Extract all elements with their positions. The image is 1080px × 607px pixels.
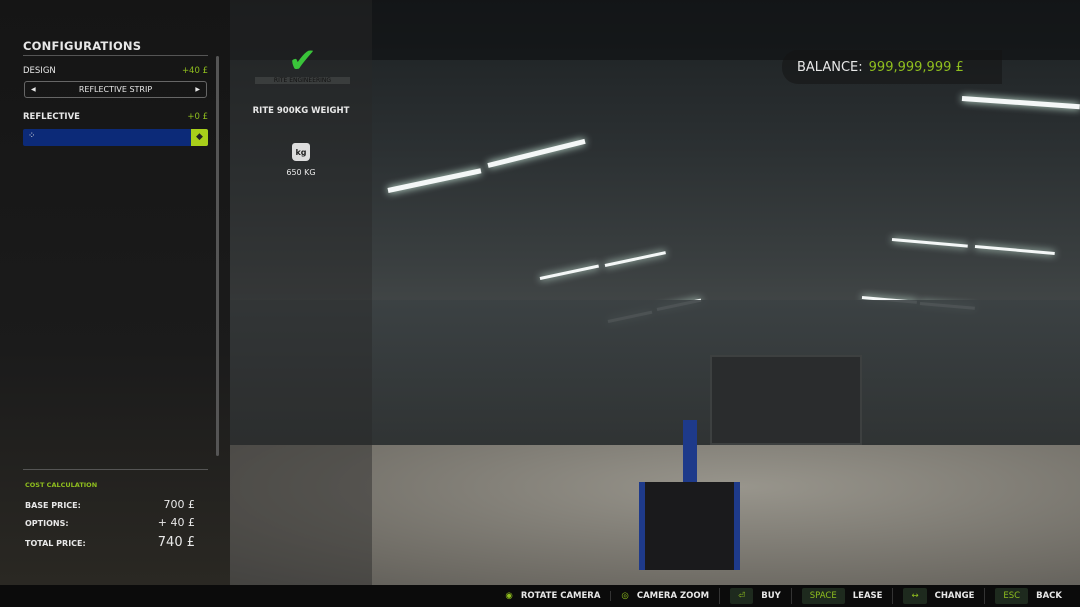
options-row: OPTIONS: + 40 £ — [25, 516, 195, 529]
change-button[interactable]: ↔ CHANGE — [892, 588, 984, 604]
balance-display: BALANCE: 999,999,999 £ — [782, 50, 1002, 84]
buy-button[interactable]: ⏎ BUY — [719, 588, 791, 604]
space-key: SPACE — [801, 588, 845, 604]
total-price-row: TOTAL PRICE: 740 £ — [25, 535, 195, 550]
hint-label: LEASE — [852, 591, 883, 601]
scrollbar[interactable] — [216, 56, 219, 456]
base-price-label: BASE PRICE: — [25, 501, 81, 510]
footer-hints: ◉ ROTATE CAMERA ◎ CAMERA ZOOM ⏎ BUY SPACE LE… — [0, 585, 1080, 607]
lease-button[interactable]: SPACE LEASE — [790, 588, 893, 604]
total-price-value: 740 £ — [157, 535, 195, 550]
reflective-label: REFLECTIVE — [23, 112, 80, 122]
brand-name: RITE ENGINEERING — [255, 77, 350, 84]
mouse-wheel-icon: ◎ — [621, 591, 629, 601]
weight-icon: kg — [292, 143, 310, 161]
hint-label: CHANGE — [934, 591, 975, 601]
mouse-icon: ◉ — [505, 591, 513, 601]
base-price-value: 700 £ — [163, 498, 196, 511]
item-name: RITE 900KG WEIGHT — [252, 106, 350, 116]
balance-label: BALANCE: — [797, 59, 863, 75]
weight-post — [683, 420, 697, 482]
cost-title: COST CALCULATION — [25, 481, 98, 489]
base-price-row: BASE PRICE: 700 £ — [25, 498, 195, 511]
reflective-price: +0 £ — [187, 112, 208, 122]
hint-label: CAMERA ZOOM — [636, 591, 710, 601]
paint-bucket-icon[interactable]: ◆ — [191, 129, 208, 146]
arrows-key-icon: ↔ — [903, 588, 927, 604]
reflective-color-selector[interactable]: ⁘ ◆ — [23, 129, 208, 146]
item-weight: 650 KG — [286, 168, 316, 177]
configurations-panel: CONFIGURATIONS DESIGN +40 £ ◀ REFLECTIVE… — [0, 0, 230, 585]
item-info-panel — [230, 0, 372, 585]
weight-model — [639, 482, 740, 570]
check-logo-icon: ✔ — [288, 41, 317, 81]
arrow-left-icon[interactable]: ◀ — [31, 86, 36, 93]
options-value: + 40 £ — [157, 516, 195, 529]
divider — [23, 55, 208, 56]
design-price: +40 £ — [181, 66, 208, 76]
total-price-label: TOTAL PRICE: — [25, 539, 86, 548]
balance-value: 999,999,999 £ — [868, 59, 964, 75]
esc-key: ESC — [995, 588, 1029, 604]
brand-logo: ✔ RITE ENGINEERING — [255, 41, 350, 84]
camera-zoom-hint[interactable]: ◎ CAMERA ZOOM — [610, 591, 719, 601]
options-label: OPTIONS: — [25, 519, 69, 528]
enter-key-icon: ⏎ — [730, 588, 754, 604]
arrow-right-icon[interactable]: ▶ — [195, 86, 200, 93]
design-value: REFLECTIVE STRIP — [78, 85, 153, 94]
design-label: DESIGN — [23, 66, 56, 76]
divider — [23, 469, 208, 470]
back-button[interactable]: ESC BACK — [984, 588, 1072, 604]
hint-label: BUY — [761, 591, 781, 601]
design-selector[interactable]: ◀ REFLECTIVE STRIP ▶ — [24, 81, 207, 98]
hint-label: ROTATE CAMERA — [520, 591, 601, 601]
sparkle-icon: ⁘ — [28, 131, 36, 141]
hint-label: BACK — [1036, 591, 1062, 601]
rotate-camera-hint[interactable]: ◉ ROTATE CAMERA — [495, 591, 610, 601]
hangar-door — [710, 355, 862, 445]
panel-title: CONFIGURATIONS — [23, 39, 142, 53]
